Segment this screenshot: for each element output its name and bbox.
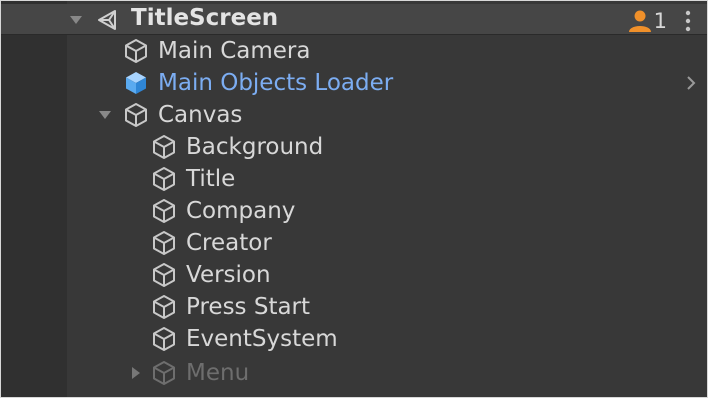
gameobject-cube-icon bbox=[153, 327, 175, 351]
hierarchy-item-label: Background bbox=[186, 134, 324, 160]
hierarchy-item-creator[interactable]: Creator bbox=[1, 227, 707, 259]
kebab-menu-icon[interactable] bbox=[685, 10, 691, 32]
gameobject-cube-icon bbox=[153, 135, 175, 159]
gameobject-cube-icon bbox=[153, 199, 175, 223]
gameobject-cube-icon bbox=[153, 231, 175, 255]
user-icon bbox=[628, 10, 651, 32]
hierarchy-item-label: Creator bbox=[186, 230, 272, 256]
expand-arrow-icon[interactable] bbox=[98, 108, 112, 122]
hierarchy-item-label: Version bbox=[186, 262, 271, 288]
gameobject-cube-icon bbox=[125, 103, 147, 127]
hierarchy-item-company[interactable]: Company bbox=[1, 195, 707, 227]
prefab-cube-icon bbox=[126, 72, 146, 94]
hierarchy-item-label: Company bbox=[186, 198, 296, 224]
hierarchy-item-label: Main Objects Loader bbox=[158, 70, 394, 96]
gameobject-cube-icon bbox=[153, 263, 175, 287]
collaborators-badge[interactable]: 1 bbox=[628, 8, 667, 34]
hierarchy-item-label: Main Camera bbox=[158, 38, 311, 64]
chevron-right-icon[interactable] bbox=[685, 75, 697, 91]
gameobject-cube-icon bbox=[153, 361, 175, 385]
hierarchy-item-label: Menu bbox=[186, 360, 250, 386]
collapse-arrow-icon[interactable] bbox=[129, 366, 143, 380]
hierarchy-panel: TitleScreen 1 Main Camera Main Objects L… bbox=[0, 0, 708, 398]
scene-name: TitleScreen bbox=[131, 5, 279, 31]
hierarchy-item-main-objects-loader[interactable]: Main Objects Loader bbox=[1, 67, 707, 99]
hierarchy-item-label: Canvas bbox=[158, 102, 243, 128]
hierarchy-item-title[interactable]: Title bbox=[1, 163, 707, 195]
expand-arrow-icon[interactable] bbox=[69, 13, 83, 27]
hierarchy-item-main-camera[interactable]: Main Camera bbox=[1, 35, 707, 67]
scene-header-row[interactable]: TitleScreen 1 bbox=[1, 4, 707, 35]
hierarchy-item-menu[interactable]: Menu bbox=[1, 357, 707, 389]
hierarchy-item-version[interactable]: Version bbox=[1, 259, 707, 291]
gameobject-cube-icon bbox=[153, 167, 175, 191]
collaborator-count: 1 bbox=[653, 9, 667, 33]
gameobject-cube-icon bbox=[153, 295, 175, 319]
unity-logo-icon bbox=[98, 10, 116, 30]
hierarchy-item-press-start[interactable]: Press Start bbox=[1, 291, 707, 323]
hierarchy-item-label: Title bbox=[186, 166, 236, 192]
hierarchy-item-label: EventSystem bbox=[186, 326, 338, 352]
hierarchy-item-canvas[interactable]: Canvas bbox=[1, 99, 707, 131]
hierarchy-item-eventsystem[interactable]: EventSystem bbox=[1, 323, 707, 355]
hierarchy-item-label: Press Start bbox=[186, 294, 311, 320]
gameobject-cube-icon bbox=[125, 39, 147, 63]
hierarchy-item-background[interactable]: Background bbox=[1, 131, 707, 163]
